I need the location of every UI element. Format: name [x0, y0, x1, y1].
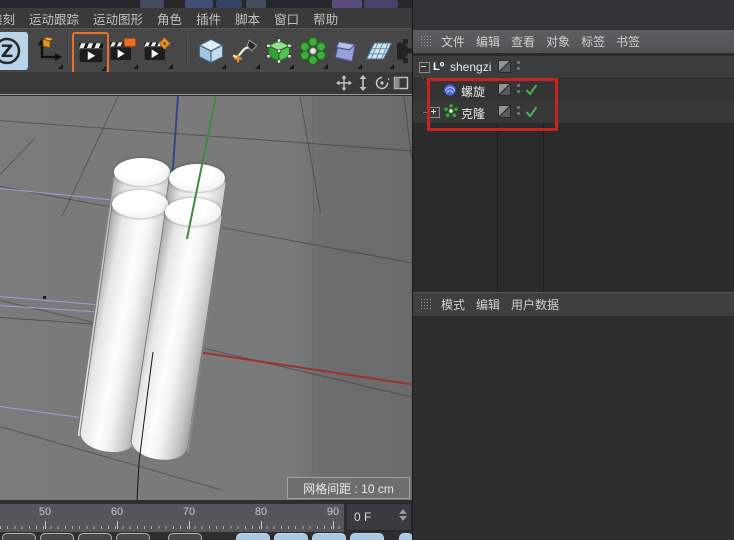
primitive-cube-icon[interactable] — [194, 32, 227, 70]
transport-button[interactable] — [274, 533, 308, 540]
top-cutoff-strip — [0, 0, 413, 8]
frame-spinner[interactable] — [399, 509, 407, 521]
panel-grip-icon[interactable] — [420, 35, 433, 48]
editor-render-dots[interactable] — [517, 61, 521, 73]
cutoff-icon-blob — [140, 0, 164, 8]
menu-character[interactable]: 角色 — [157, 9, 182, 28]
om-menu-tags[interactable]: 标签 — [581, 33, 605, 50]
cutoff-icon-blob — [216, 0, 242, 8]
current-frame-value: 0 F — [354, 510, 372, 524]
toolbar-separator — [67, 34, 69, 68]
main-toolbar: Z — [0, 28, 413, 74]
transport-button[interactable] — [168, 533, 202, 540]
am-menu-edit[interactable]: 编辑 — [476, 296, 500, 313]
viewport-canvas[interactable]: 网格间距 : 10 cm — [0, 96, 413, 500]
menu-plugins[interactable]: 插件 — [196, 9, 221, 28]
transport-button[interactable] — [399, 533, 413, 540]
cutoff-icon-blob — [246, 0, 266, 8]
transport-button[interactable] — [312, 533, 346, 540]
transport-buttons-strip — [0, 532, 413, 540]
viewport-header — [0, 72, 413, 95]
helix-spline-line — [136, 351, 154, 500]
right-panel: 文件 编辑 查看 对象 标签 书签 L⁰ shengzi 螺旋 克隆 模式 编辑… — [412, 0, 734, 540]
tick-label: 80 — [254, 506, 268, 518]
render-view-icon[interactable] — [72, 32, 109, 74]
deformer-icon[interactable] — [330, 32, 363, 70]
transport-button[interactable] — [2, 533, 36, 540]
om-menu-objects[interactable]: 对象 — [546, 33, 570, 50]
rotate-icon[interactable] — [374, 75, 390, 91]
highlight-annotation-box — [427, 78, 558, 131]
attribute-manager-body — [413, 316, 734, 540]
menu-sculpt[interactable]: 雕刻 — [0, 9, 15, 28]
transport-button[interactable] — [236, 533, 270, 540]
pan-icon[interactable] — [336, 75, 352, 91]
tick-label: 90 — [326, 506, 340, 518]
tick-label: 70 — [182, 506, 196, 518]
am-menu-mode[interactable]: 模式 — [441, 296, 465, 313]
maximize-icon[interactable] — [393, 75, 409, 91]
menu-mograph[interactable]: 运动图形 — [93, 9, 143, 28]
attribute-manager-menubar: 模式 编辑 用户数据 — [413, 292, 734, 317]
tick-label: 60 — [110, 506, 124, 518]
axis-move-icon[interactable] — [31, 32, 64, 70]
floor-grid-icon[interactable] — [363, 32, 395, 70]
om-menu-edit[interactable]: 编辑 — [476, 33, 500, 50]
object-manager-menubar: 文件 编辑 查看 对象 标签 书签 — [413, 30, 734, 54]
menu-script[interactable]: 脚本 — [235, 9, 260, 28]
grid-spacing-label: 网格间距 : 10 cm — [287, 477, 410, 499]
om-menu-file[interactable]: 文件 — [441, 33, 465, 50]
timeline-ruler[interactable]: 50 60 70 80 90 — [0, 503, 344, 533]
current-frame-field[interactable]: 0 F — [346, 503, 412, 531]
cinema4d-window: 雕刻 运动跟踪 运动图形 角色 插件 脚本 窗口 帮助 Z — [0, 0, 734, 540]
minor-ticks — [0, 526, 344, 529]
array-cloner-icon[interactable] — [296, 32, 329, 70]
gear-icon[interactable] — [397, 32, 413, 70]
collapse-expando-icon[interactable] — [419, 62, 430, 73]
svg-text:Z: Z — [1, 42, 13, 62]
editable-cube-icon[interactable] — [262, 32, 295, 70]
main-menubar: 雕刻 运动跟踪 运动图形 角色 插件 脚本 窗口 帮助 — [0, 8, 413, 28]
am-menu-userdata[interactable]: 用户数据 — [511, 296, 559, 313]
object-manager-tree: L⁰ shengzi 螺旋 克隆 — [413, 53, 734, 292]
transport-button[interactable] — [116, 533, 150, 540]
menu-motion-tracker[interactable]: 运动跟踪 — [29, 9, 79, 28]
om-menu-bookmarks[interactable]: 书签 — [616, 33, 640, 50]
cutoff-icon-blob — [364, 0, 398, 8]
tick-label: 50 — [38, 506, 52, 518]
panel-grip-icon[interactable] — [420, 298, 433, 311]
toolbar-separator — [186, 34, 188, 68]
transport-button[interactable] — [40, 533, 74, 540]
menu-window[interactable]: 窗口 — [274, 9, 299, 28]
dolly-zoom-icon[interactable] — [355, 75, 371, 91]
cutoff-icon-blob — [332, 0, 362, 8]
spline-pen-icon[interactable] — [228, 32, 261, 70]
transport-button[interactable] — [350, 533, 384, 540]
object-label[interactable]: shengzi — [450, 60, 491, 74]
transport-button[interactable] — [78, 533, 112, 540]
visibility-toggle-icon[interactable] — [498, 60, 511, 73]
z-logo-icon[interactable]: Z — [0, 32, 28, 70]
render-settings-icon[interactable] — [140, 32, 174, 70]
panel-top-strip — [413, 0, 734, 30]
menu-help[interactable]: 帮助 — [313, 9, 338, 28]
tree-row-shengzi[interactable]: L⁰ shengzi — [413, 56, 734, 78]
render-region-icon[interactable] — [106, 32, 139, 70]
om-menu-view[interactable]: 查看 — [511, 33, 535, 50]
cutoff-icon-blob — [185, 0, 213, 8]
null-object-icon: L⁰ — [433, 61, 445, 73]
